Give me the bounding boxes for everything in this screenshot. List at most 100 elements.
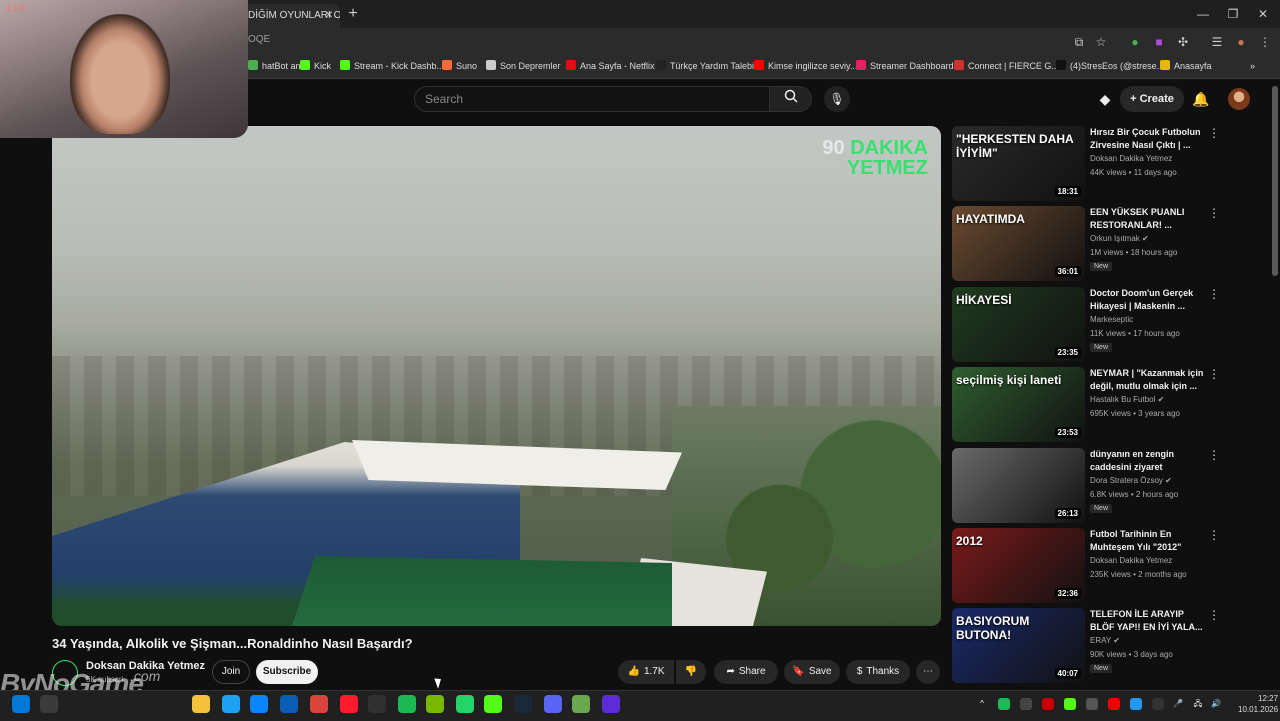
windows-icon[interactable] [12, 695, 30, 713]
more-vertical-icon[interactable]: ⋮ [1208, 448, 1220, 462]
save-button[interactable]: 🔖 Save [784, 660, 840, 684]
bookmark-item[interactable]: Ana Sayfa - Netflix [566, 58, 655, 74]
tray-app-icon-3[interactable] [1086, 698, 1098, 710]
nvidia-icon[interactable] [426, 695, 444, 713]
whatsapp-icon[interactable] [456, 695, 474, 713]
video-thumbnail[interactable]: 2012 32:36 [952, 528, 1085, 603]
app-icon[interactable] [602, 695, 620, 713]
bookmark-item[interactable]: Türkçe Yardım Talebi [656, 58, 754, 74]
minimize-icon[interactable]: — [1190, 4, 1216, 24]
volume-icon[interactable]: 🔊 [1210, 698, 1222, 710]
tray-app-icon-5[interactable] [1152, 698, 1164, 710]
more-vertical-icon[interactable]: ⋮ [1208, 126, 1220, 140]
video-player[interactable]: 90 DAKIKA YETMEZ [52, 126, 941, 626]
discord-icon[interactable] [544, 695, 562, 713]
bookmark-item[interactable]: (4)StresEos (@strese... [1056, 58, 1164, 74]
recommendation-title[interactable]: NEYMAR | "Kazanmak için değil, mutlu olm… [1090, 367, 1208, 393]
more-vertical-icon[interactable]: ⋮ [1208, 608, 1220, 622]
extension-icon-2[interactable]: ■ [1150, 33, 1168, 51]
thanks-button[interactable]: $ Thanks [846, 660, 910, 684]
more-vertical-icon[interactable]: ⋮ [1208, 367, 1220, 381]
more-vertical-icon[interactable]: ⋮ [1208, 206, 1220, 220]
tab-search-icon[interactable]: ☰ [1208, 33, 1226, 51]
bookmark-item[interactable]: Connect | FIERCE G... [954, 58, 1059, 74]
more-actions-button[interactable]: ⋯ [916, 660, 940, 684]
recommendation-channel[interactable]: Dora Stratera Özsoy ✔ [1090, 476, 1172, 485]
dislike-button[interactable]: 👎 [676, 660, 706, 684]
tab-close-icon[interactable]: ✕ [322, 4, 336, 28]
url-field[interactable]: OQE [248, 34, 270, 45]
search-icon[interactable] [40, 695, 58, 713]
opera-icon[interactable] [340, 695, 358, 713]
bookmark-item[interactable]: Kick [300, 58, 331, 74]
recommendation-channel[interactable]: Doksan Dakika Yetmez [1090, 556, 1172, 565]
tray-app-icon[interactable] [1020, 698, 1032, 710]
store-icon[interactable] [250, 695, 268, 713]
tray-spotify-icon[interactable] [998, 698, 1010, 710]
restore-icon[interactable]: ❐ [1220, 4, 1246, 24]
account-avatar[interactable] [1228, 88, 1250, 110]
outlook-icon[interactable] [280, 695, 298, 713]
video-thumbnail[interactable]: BASIYORUM BUTONA! 40:07 [952, 608, 1085, 683]
more-vertical-icon[interactable]: ⋮ [1208, 528, 1220, 542]
chrome-icon[interactable] [310, 695, 328, 713]
create-button[interactable]: + Create [1120, 86, 1184, 112]
minecraft-icon[interactable] [572, 695, 590, 713]
install-app-icon[interactable]: ⧉ [1070, 33, 1088, 51]
spotify-icon[interactable] [398, 695, 416, 713]
search-button[interactable] [770, 86, 812, 112]
bookmark-item[interactable]: Kimse ingilizce seviy... [754, 58, 857, 74]
premium-icon[interactable]: ◆ [1094, 88, 1116, 110]
search-input[interactable]: Search [414, 86, 770, 112]
obs-icon[interactable] [368, 695, 386, 713]
tray-record-icon[interactable] [1108, 698, 1120, 710]
recommendation-card[interactable]: "HERKESTEN DAHA İYİYİM" 18:31 Hırsız Bir Ç… [952, 126, 1252, 202]
close-window-icon[interactable]: ✕ [1250, 4, 1276, 24]
tray-app-icon-2[interactable] [1042, 698, 1054, 710]
more-vertical-icon[interactable]: ⋮ [1208, 287, 1220, 301]
recommendation-title[interactable]: EEN YÜKSEK PUANLI RESTORANLAR! ... [1090, 206, 1208, 232]
notifications-bell-icon[interactable]: 🔔 [1190, 88, 1212, 110]
share-button[interactable]: ➦ Share [714, 660, 778, 684]
video-thumbnail[interactable]: HİKAYESİ 23:35 [952, 287, 1085, 362]
bookmark-item[interactable]: Suno [442, 58, 477, 74]
recommendation-channel[interactable]: Orkun Işıtmak ✔ [1090, 234, 1149, 243]
microphone-tray-icon[interactable]: 🎤 [1172, 698, 1184, 710]
bookmark-item[interactable]: Streamer Dashboard [856, 58, 954, 74]
steam-icon[interactable] [514, 695, 532, 713]
recommendation-card[interactable]: 2012 32:36 Futbol Tarihinin En Muhteşem Yı… [952, 528, 1252, 604]
recommendation-title[interactable]: Futbol Tarihinin En Muhteşem Yılı "2012" [1090, 528, 1208, 554]
video-thumbnail[interactable]: 26:13 [952, 448, 1085, 523]
recommendation-title[interactable]: Hırsız Bir Çocuk Futbolun Zirvesine Nası… [1090, 126, 1208, 152]
network-icon[interactable]: 🖧 [1192, 698, 1204, 710]
subscribe-button[interactable]: Subscribe [256, 660, 318, 684]
browser-menu-icon[interactable]: ⋮ [1256, 33, 1274, 51]
bookmark-item[interactable]: Son Depremler [486, 58, 561, 74]
recommendation-channel[interactable]: Hastalık Bu Futbol ✔ [1090, 395, 1164, 404]
tray-kick-icon[interactable] [1064, 698, 1076, 710]
bookmark-star-icon[interactable]: ☆ [1092, 33, 1110, 51]
recommendation-channel[interactable]: Markeseptic [1090, 315, 1133, 324]
tray-chevron-icon[interactable]: ^ [976, 698, 988, 710]
explorer-icon[interactable] [192, 695, 210, 713]
profile-icon[interactable]: ● [1232, 33, 1250, 51]
recommendation-card[interactable]: HİKAYESİ 23:35 Doctor Doom'un Gerçek Hikay… [952, 287, 1252, 363]
recommendation-title[interactable]: dünyanın en zengin caddesini ziyaret [1090, 448, 1208, 474]
recommendation-card[interactable]: BASIYORUM BUTONA! 40:07 TELEFON İLE ARAYIP… [952, 608, 1252, 684]
edge-icon[interactable] [222, 695, 240, 713]
system-clock[interactable]: 12:27 10.01.2026 [1238, 693, 1278, 715]
extensions-puzzle-icon[interactable]: ✣ [1174, 33, 1192, 51]
like-button[interactable]: 👍 1.7K [618, 660, 674, 684]
bookmark-item[interactable]: Stream - Kick Dashb... [340, 58, 444, 74]
video-thumbnail[interactable]: seçilmiş kişi laneti 23:53 [952, 367, 1085, 442]
recommendation-channel[interactable]: ERAY ✔ [1090, 636, 1120, 645]
bookmarks-overflow-icon[interactable]: » [1250, 58, 1255, 74]
extension-icon[interactable]: ● [1126, 33, 1144, 51]
kick-icon[interactable] [484, 695, 502, 713]
recommendation-card[interactable]: seçilmiş kişi laneti 23:53 NEYMAR | "Kazan… [952, 367, 1252, 443]
recommendation-channel[interactable]: Doksan Dakika Yetmez [1090, 154, 1172, 163]
bookmark-item[interactable]: Anasayfa [1160, 58, 1212, 74]
new-tab-button[interactable]: + [344, 4, 362, 24]
recommendation-card[interactable]: HAYATIMDA 36:01 EEN YÜKSEK PUANLI RESTORAN… [952, 206, 1252, 282]
video-thumbnail[interactable]: "HERKESTEN DAHA İYİYİM" 18:31 [952, 126, 1085, 201]
